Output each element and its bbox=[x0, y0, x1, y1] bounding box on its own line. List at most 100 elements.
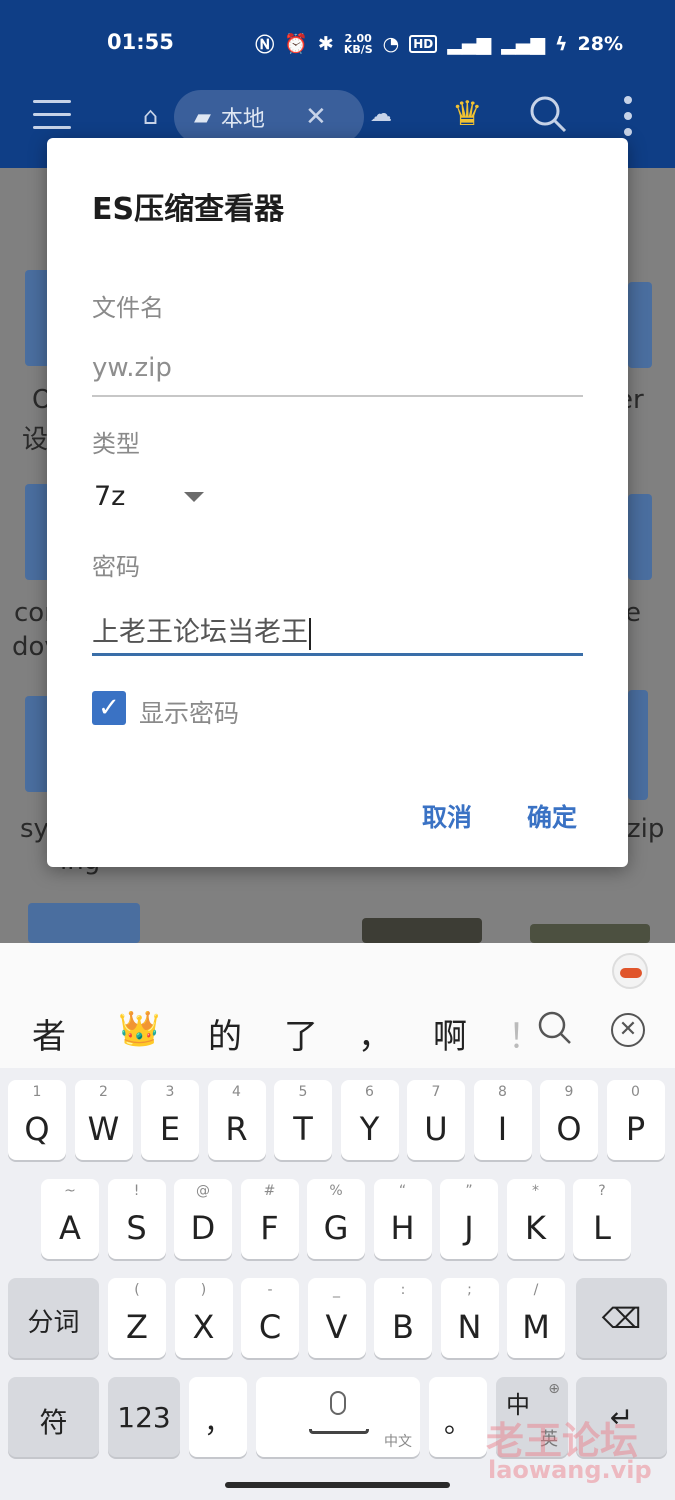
folder-icon bbox=[628, 282, 652, 368]
close-icon[interactable]: ✕ bbox=[611, 1013, 645, 1047]
candidate-word[interactable]: 的 bbox=[208, 1009, 242, 1058]
key-secondary-label: # bbox=[263, 1183, 276, 1199]
key-x[interactable]: ) X bbox=[174, 1278, 233, 1358]
home-indicator[interactable] bbox=[225, 1482, 450, 1488]
comma-key[interactable]: ， bbox=[189, 1377, 247, 1457]
show-password-checkbox[interactable]: ✓ bbox=[92, 691, 126, 725]
space-icon bbox=[309, 1429, 369, 1434]
key-q[interactable]: 1Q bbox=[8, 1080, 66, 1160]
cancel-button[interactable]: 取消 bbox=[422, 798, 472, 834]
key-p[interactable]: 0P bbox=[606, 1080, 665, 1160]
numbers-key[interactable]: 123 bbox=[108, 1377, 180, 1457]
key-a[interactable]: ~ A bbox=[41, 1179, 99, 1259]
menu-icon[interactable] bbox=[33, 100, 71, 130]
comma-label: ， bbox=[203, 1406, 232, 1439]
period-label: 。 bbox=[443, 1406, 472, 1439]
key-g[interactable]: % G bbox=[307, 1179, 365, 1259]
key-label: O bbox=[556, 1110, 582, 1148]
show-password-label[interactable]: 显示密码 bbox=[139, 694, 239, 730]
key-j[interactable]: ” J bbox=[440, 1179, 498, 1259]
key-secondary-label: ~ bbox=[64, 1183, 76, 1199]
key-m[interactable]: / M bbox=[507, 1278, 565, 1358]
key-label: T bbox=[293, 1110, 313, 1148]
key-h[interactable]: “H bbox=[373, 1179, 432, 1259]
candidate-word[interactable]: ， bbox=[358, 1009, 392, 1058]
key-e[interactable]: 3E bbox=[141, 1080, 199, 1160]
key-c[interactable]: -C bbox=[241, 1278, 299, 1358]
status-bar: 01:55 Ⓝ ⏰ ✱ 2.00 KB/S ◔ HD ▂▄▆ ▂▄▆ ϟ 28% bbox=[0, 0, 675, 88]
file-label: 设 bbox=[22, 425, 49, 455]
key-k[interactable]: * K bbox=[506, 1179, 565, 1259]
key-n[interactable]: ; N bbox=[440, 1278, 499, 1358]
filename-label: 文件名 bbox=[92, 294, 164, 322]
dialog-title: ES压缩查看器 bbox=[92, 192, 285, 227]
key-secondary-label: 4 bbox=[232, 1084, 241, 1100]
key-d[interactable]: @ D bbox=[174, 1179, 232, 1259]
key-r[interactable]: 4R bbox=[207, 1080, 266, 1160]
home-icon[interactable]: ⌂ bbox=[143, 102, 158, 130]
key-secondary-label: - bbox=[267, 1282, 273, 1298]
key-label: V bbox=[325, 1308, 348, 1346]
period-key[interactable]: 。 bbox=[429, 1377, 487, 1457]
wifi-icon: ◔ bbox=[382, 32, 400, 55]
key-v[interactable]: _ V bbox=[307, 1278, 366, 1358]
password-input[interactable]: 上老王论坛当老王 bbox=[92, 610, 311, 650]
key-secondary-label: 5 bbox=[298, 1084, 308, 1100]
tab-label: 本地 bbox=[220, 107, 265, 132]
key-f[interactable]: # F bbox=[240, 1179, 299, 1259]
key-secondary-label: ! bbox=[133, 1183, 140, 1199]
key-label: E bbox=[159, 1110, 181, 1148]
more-icon[interactable] bbox=[624, 96, 634, 144]
key-secondary-label: 2 bbox=[99, 1084, 108, 1100]
key-secondary-label: 3 bbox=[165, 1084, 175, 1100]
key-o[interactable]: 9O bbox=[540, 1080, 598, 1160]
key-secondary-label: ) bbox=[200, 1282, 207, 1298]
key-l[interactable]: ? L bbox=[573, 1179, 631, 1259]
key-label: I bbox=[497, 1110, 508, 1148]
key-w[interactable]: 2W bbox=[74, 1080, 133, 1160]
search-icon[interactable] bbox=[536, 1009, 572, 1045]
candidate-emoji[interactable]: 👑 bbox=[118, 1009, 160, 1049]
crown-icon[interactable]: ♛ bbox=[452, 94, 482, 134]
filename-underline bbox=[92, 395, 583, 397]
key-secondary-label: % bbox=[329, 1183, 343, 1199]
ok-button[interactable]: 确定 bbox=[527, 798, 577, 834]
image-thumbnail bbox=[530, 924, 650, 943]
file-icon bbox=[628, 690, 648, 800]
key-label: Y bbox=[359, 1110, 380, 1148]
dropdown-arrow-icon[interactable] bbox=[184, 492, 204, 502]
space-key[interactable]: 中文 bbox=[256, 1377, 420, 1457]
fenci-key[interactable]: 分词 bbox=[8, 1278, 99, 1358]
image-thumbnail bbox=[362, 918, 482, 943]
candidate-word[interactable]: 者 bbox=[32, 1009, 66, 1058]
key-s[interactable]: ! S bbox=[107, 1179, 166, 1259]
bluetooth-icon: ✱ bbox=[317, 32, 334, 55]
search-icon[interactable] bbox=[528, 94, 568, 134]
filename-input[interactable]: yw.zip bbox=[92, 353, 172, 383]
type-select[interactable]: 7z bbox=[94, 481, 125, 512]
compress-dialog: ES压缩查看器 文件名 yw.zip 类型 7z 密码 上老王论坛当老王 ✓ 显… bbox=[47, 138, 628, 867]
key-secondary-label: 1 bbox=[32, 1084, 42, 1100]
key-z[interactable]: (Z bbox=[108, 1278, 166, 1358]
key-secondary-label: ( bbox=[134, 1282, 140, 1298]
fenci-label: 分词 bbox=[27, 1308, 80, 1338]
key-secondary-label: _ bbox=[333, 1282, 340, 1298]
keyboard-mascot-icon[interactable] bbox=[612, 953, 648, 989]
sd-card-icon: ▰ bbox=[194, 104, 211, 130]
key-i[interactable]: 8I bbox=[473, 1080, 532, 1160]
close-icon[interactable]: ✕ bbox=[305, 102, 327, 132]
key-b[interactable]: :B bbox=[374, 1278, 432, 1358]
candidate-word[interactable]: 啊 bbox=[433, 1009, 467, 1058]
battery-percent: 28% bbox=[577, 32, 623, 55]
key-y[interactable]: 6Y bbox=[340, 1080, 399, 1160]
key-label: M bbox=[522, 1308, 550, 1346]
candidate-word[interactable]: 了 bbox=[284, 1009, 318, 1058]
cloud-icon[interactable]: ☁ bbox=[370, 102, 392, 127]
key-label: S bbox=[126, 1209, 147, 1247]
key-t[interactable]: 5T bbox=[274, 1080, 332, 1160]
key-u[interactable]: 7U bbox=[407, 1080, 465, 1160]
backspace-key[interactable]: ⌫ bbox=[576, 1278, 667, 1358]
folder-icon bbox=[628, 494, 652, 580]
symbols-key[interactable]: 符 bbox=[8, 1377, 99, 1457]
tab-local[interactable]: ▰ 本地 ✕ bbox=[174, 90, 364, 144]
